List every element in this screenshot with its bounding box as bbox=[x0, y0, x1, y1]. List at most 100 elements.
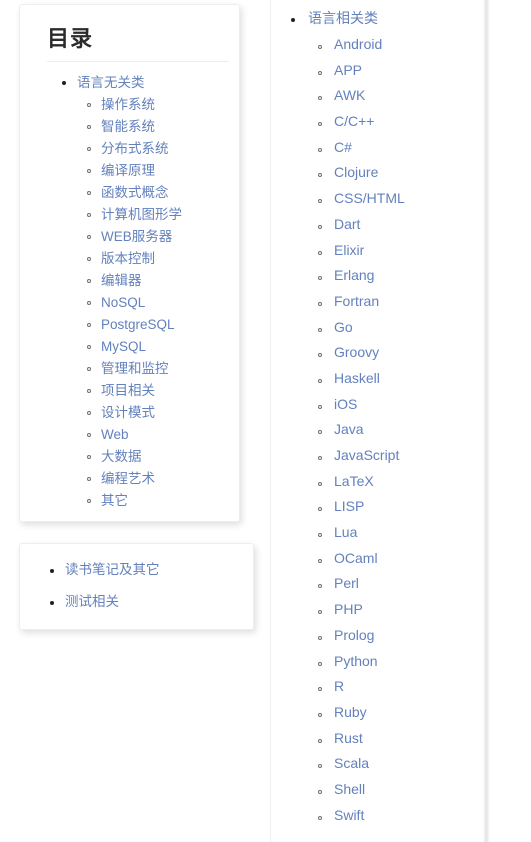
toc-link[interactable]: 管理和监控 bbox=[101, 361, 169, 376]
language-link[interactable]: Elixir bbox=[334, 242, 364, 258]
list-item[interactable]: LISP bbox=[318, 498, 483, 524]
toc-link[interactable]: 版本控制 bbox=[101, 251, 155, 266]
list-item[interactable]: 编程艺术 bbox=[87, 470, 239, 492]
list-item[interactable]: LaTeX bbox=[318, 473, 483, 499]
list-item[interactable]: 分布式系统 bbox=[87, 140, 239, 162]
list-item[interactable]: 编辑器 bbox=[87, 272, 239, 294]
toc-link[interactable]: NoSQL bbox=[101, 295, 145, 310]
toc-link[interactable]: 编程艺术 bbox=[101, 471, 155, 486]
list-item[interactable]: PostgreSQL bbox=[87, 316, 239, 338]
list-item[interactable]: NoSQL bbox=[87, 294, 239, 316]
language-link[interactable]: Java bbox=[334, 421, 364, 437]
list-item[interactable]: 智能系统 bbox=[87, 118, 239, 140]
language-link[interactable]: Python bbox=[334, 653, 378, 669]
toc-link[interactable]: Web bbox=[101, 427, 129, 442]
toc-link[interactable]: WEB服务器 bbox=[101, 229, 172, 244]
list-item[interactable]: 操作系统 bbox=[87, 96, 239, 118]
language-link[interactable]: R bbox=[334, 678, 344, 694]
list-item[interactable]: Shell bbox=[318, 781, 483, 807]
language-link[interactable]: Haskell bbox=[334, 370, 380, 386]
toc-link[interactable]: 计算机图形学 bbox=[101, 207, 182, 222]
list-item[interactable]: C# bbox=[318, 139, 483, 165]
language-link[interactable]: JavaScript bbox=[334, 447, 399, 463]
language-link[interactable]: Erlang bbox=[334, 267, 374, 283]
language-link[interactable]: Clojure bbox=[334, 164, 378, 180]
language-link[interactable]: Android bbox=[334, 36, 382, 52]
list-item[interactable]: OCaml bbox=[318, 550, 483, 576]
language-link[interactable]: Swift bbox=[334, 807, 364, 823]
list-item[interactable]: Perl bbox=[318, 575, 483, 601]
toc-link[interactable]: 设计模式 bbox=[101, 405, 155, 420]
list-item[interactable]: Go bbox=[318, 319, 483, 345]
language-link[interactable]: Lua bbox=[334, 524, 357, 540]
language-link[interactable]: Perl bbox=[334, 575, 359, 591]
language-link[interactable]: Dart bbox=[334, 216, 360, 232]
list-item[interactable]: Python bbox=[318, 653, 483, 679]
list-item[interactable]: Haskell bbox=[318, 370, 483, 396]
list-item[interactable]: WEB服务器 bbox=[87, 228, 239, 250]
toc-link[interactable]: 智能系统 bbox=[101, 119, 155, 134]
list-item[interactable]: Groovy bbox=[318, 344, 483, 370]
toc-link[interactable]: 编译原理 bbox=[101, 163, 155, 178]
language-link[interactable]: Scala bbox=[334, 755, 369, 771]
list-item[interactable]: Rust bbox=[318, 730, 483, 756]
toc-link[interactable]: 大数据 bbox=[101, 449, 142, 464]
list-item[interactable]: Ruby bbox=[318, 704, 483, 730]
language-link[interactable]: Groovy bbox=[334, 344, 379, 360]
language-link[interactable]: OCaml bbox=[334, 550, 378, 566]
language-link[interactable]: Prolog bbox=[334, 627, 374, 643]
list-item[interactable]: Lua bbox=[318, 524, 483, 550]
list-item[interactable]: 编译原理 bbox=[87, 162, 239, 184]
list-item[interactable]: C/C++ bbox=[318, 113, 483, 139]
toc-link[interactable]: 编辑器 bbox=[101, 273, 142, 288]
toc-link[interactable]: 操作系统 bbox=[101, 97, 155, 112]
toc-section-link[interactable]: 语言无关类 bbox=[77, 75, 145, 90]
list-item[interactable]: Clojure bbox=[318, 164, 483, 190]
language-link[interactable]: PHP bbox=[334, 601, 363, 617]
list-item[interactable]: Elixir bbox=[318, 242, 483, 268]
list-item[interactable]: JavaScript bbox=[318, 447, 483, 473]
list-item[interactable]: 测试相关 bbox=[50, 593, 253, 625]
language-link[interactable]: CSS/HTML bbox=[334, 190, 405, 206]
language-link[interactable]: AWK bbox=[334, 87, 365, 103]
language-section-link[interactable]: 语言相关类 bbox=[308, 10, 378, 26]
list-item[interactable]: MySQL bbox=[87, 338, 239, 360]
language-link[interactable]: C# bbox=[334, 139, 352, 155]
list-item[interactable]: 函数式概念 bbox=[87, 184, 239, 206]
language-link[interactable]: LaTeX bbox=[334, 473, 374, 489]
list-item[interactable]: Web bbox=[87, 426, 239, 448]
language-link[interactable]: Go bbox=[334, 319, 353, 335]
language-link[interactable]: C/C++ bbox=[334, 113, 374, 129]
list-item[interactable]: 版本控制 bbox=[87, 250, 239, 272]
list-item[interactable]: Scala bbox=[318, 755, 483, 781]
language-link[interactable]: APP bbox=[334, 62, 362, 78]
toc-link[interactable]: 函数式概念 bbox=[101, 185, 169, 200]
language-link[interactable]: Rust bbox=[334, 730, 363, 746]
misc-link[interactable]: 测试相关 bbox=[65, 594, 119, 609]
language-link[interactable]: LISP bbox=[334, 498, 364, 514]
list-item[interactable]: 设计模式 bbox=[87, 404, 239, 426]
language-link[interactable]: iOS bbox=[334, 396, 357, 412]
list-item[interactable]: Fortran bbox=[318, 293, 483, 319]
language-link[interactable]: Fortran bbox=[334, 293, 379, 309]
list-item[interactable]: 计算机图形学 bbox=[87, 206, 239, 228]
list-item[interactable]: Android bbox=[318, 36, 483, 62]
list-item[interactable]: 读书笔记及其它 bbox=[50, 561, 253, 593]
list-item[interactable]: CSS/HTML bbox=[318, 190, 483, 216]
toc-link[interactable]: 其它 bbox=[101, 493, 128, 508]
list-item[interactable]: AWK bbox=[318, 87, 483, 113]
list-item[interactable]: R bbox=[318, 678, 483, 704]
list-item[interactable]: Java bbox=[318, 421, 483, 447]
list-item[interactable]: iOS bbox=[318, 396, 483, 422]
list-item[interactable]: 其它 bbox=[87, 492, 239, 514]
list-item[interactable]: 大数据 bbox=[87, 448, 239, 470]
list-item[interactable]: 管理和监控 bbox=[87, 360, 239, 382]
toc-link[interactable]: 项目相关 bbox=[101, 383, 155, 398]
toc-link[interactable]: MySQL bbox=[101, 339, 146, 354]
language-section-header[interactable]: 语言相关类 bbox=[291, 10, 483, 36]
list-item[interactable]: Swift bbox=[318, 807, 483, 833]
list-item[interactable]: Dart bbox=[318, 216, 483, 242]
toc-section-header[interactable]: 语言无关类 bbox=[62, 74, 239, 96]
list-item[interactable]: 项目相关 bbox=[87, 382, 239, 404]
language-link[interactable]: Shell bbox=[334, 781, 365, 797]
